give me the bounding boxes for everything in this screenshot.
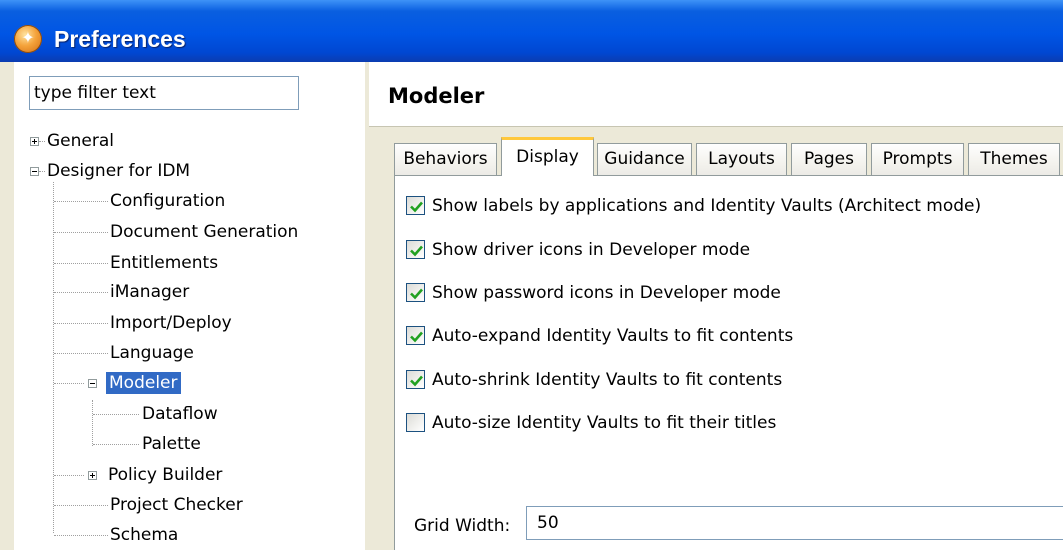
check-icon — [410, 201, 423, 213]
grid-width-input[interactable] — [526, 506, 1063, 540]
tree-item-imanager[interactable]: iManager — [110, 281, 189, 303]
tab-panel-display — [394, 175, 1063, 550]
option-label: Auto-expand Identity Vaults to fit conte… — [432, 326, 794, 346]
tab-behaviors[interactable]: Behaviors — [394, 143, 497, 175]
tree-item-designer-for-idm[interactable]: Designer for IDM — [47, 160, 190, 182]
check-icon — [410, 331, 423, 343]
page-header: Modeler — [369, 62, 1063, 127]
option-label: Auto-shrink Identity Vaults to fit conte… — [432, 370, 783, 390]
option-label: Show password icons in Developer mode — [432, 283, 781, 303]
option-label: Show labels by applications and Identity… — [432, 196, 982, 216]
tree-connector — [39, 171, 45, 173]
tab-guidance[interactable]: Guidance — [597, 143, 692, 175]
check-icon — [410, 245, 423, 257]
tab-pages[interactable]: Pages — [791, 143, 867, 175]
tree-connector — [54, 353, 108, 355]
page-title: Modeler — [388, 84, 485, 108]
tree-item-modeler[interactable]: Modeler — [106, 372, 181, 394]
expand-icon[interactable] — [30, 137, 39, 146]
tree-item-palette[interactable]: Palette — [142, 433, 201, 455]
tree-connector — [54, 535, 108, 537]
option-label: Show driver icons in Developer mode — [432, 240, 751, 260]
tree-item-project-checker[interactable]: Project Checker — [110, 494, 243, 516]
tree-item-language[interactable]: Language — [110, 342, 194, 364]
title-bar[interactable]: ✦ Preferences — [0, 0, 1063, 62]
filter-input[interactable] — [29, 76, 299, 110]
tab-display[interactable]: Display — [501, 137, 594, 176]
tree-connector — [92, 400, 94, 446]
tree-item-schema[interactable]: Schema — [110, 524, 178, 546]
tab-layouts[interactable]: Layouts — [696, 143, 787, 175]
tree-item-import-deploy[interactable]: Import/Deploy — [110, 312, 232, 334]
tree-connector — [53, 182, 55, 533]
tree-item-document-generation[interactable]: Document Generation — [110, 221, 298, 243]
tree-item-configuration[interactable]: Configuration — [110, 190, 225, 212]
tab-prompts[interactable]: Prompts — [871, 143, 964, 175]
app-icon: ✦ — [14, 25, 42, 53]
check-icon — [410, 375, 423, 387]
tree-connector — [54, 263, 108, 265]
collapse-icon[interactable] — [30, 167, 39, 176]
checkbox[interactable] — [406, 196, 425, 215]
tree-connector — [54, 475, 84, 477]
tree-connector — [54, 232, 108, 234]
tree-item-entitlements[interactable]: Entitlements — [110, 252, 218, 274]
grid-width-label: Grid Width: — [414, 516, 511, 536]
tree-item-policy-builder[interactable]: Policy Builder — [108, 464, 222, 486]
tree-connector — [93, 444, 139, 446]
checkbox[interactable] — [406, 283, 425, 302]
tree-connector — [54, 505, 108, 507]
tree-connector — [54, 292, 108, 294]
tree-connector — [39, 141, 45, 143]
tree-connector — [54, 201, 108, 203]
collapse-icon[interactable] — [88, 379, 97, 388]
tree-connector — [54, 323, 108, 325]
tree-item-general[interactable]: General — [47, 130, 114, 152]
window-title: Preferences — [54, 26, 186, 52]
check-icon — [410, 288, 423, 300]
tree-item-dataflow[interactable]: Dataflow — [142, 403, 218, 425]
tab-themes[interactable]: Themes — [968, 143, 1060, 175]
checkbox[interactable] — [406, 413, 425, 432]
checkbox[interactable] — [406, 326, 425, 345]
expand-icon[interactable] — [88, 471, 97, 480]
tree-connector — [93, 414, 139, 416]
tree-connector — [54, 383, 84, 385]
option-label: Auto-size Identity Vaults to fit their t… — [432, 413, 777, 433]
checkbox[interactable] — [406, 370, 425, 389]
checkbox[interactable] — [406, 240, 425, 259]
